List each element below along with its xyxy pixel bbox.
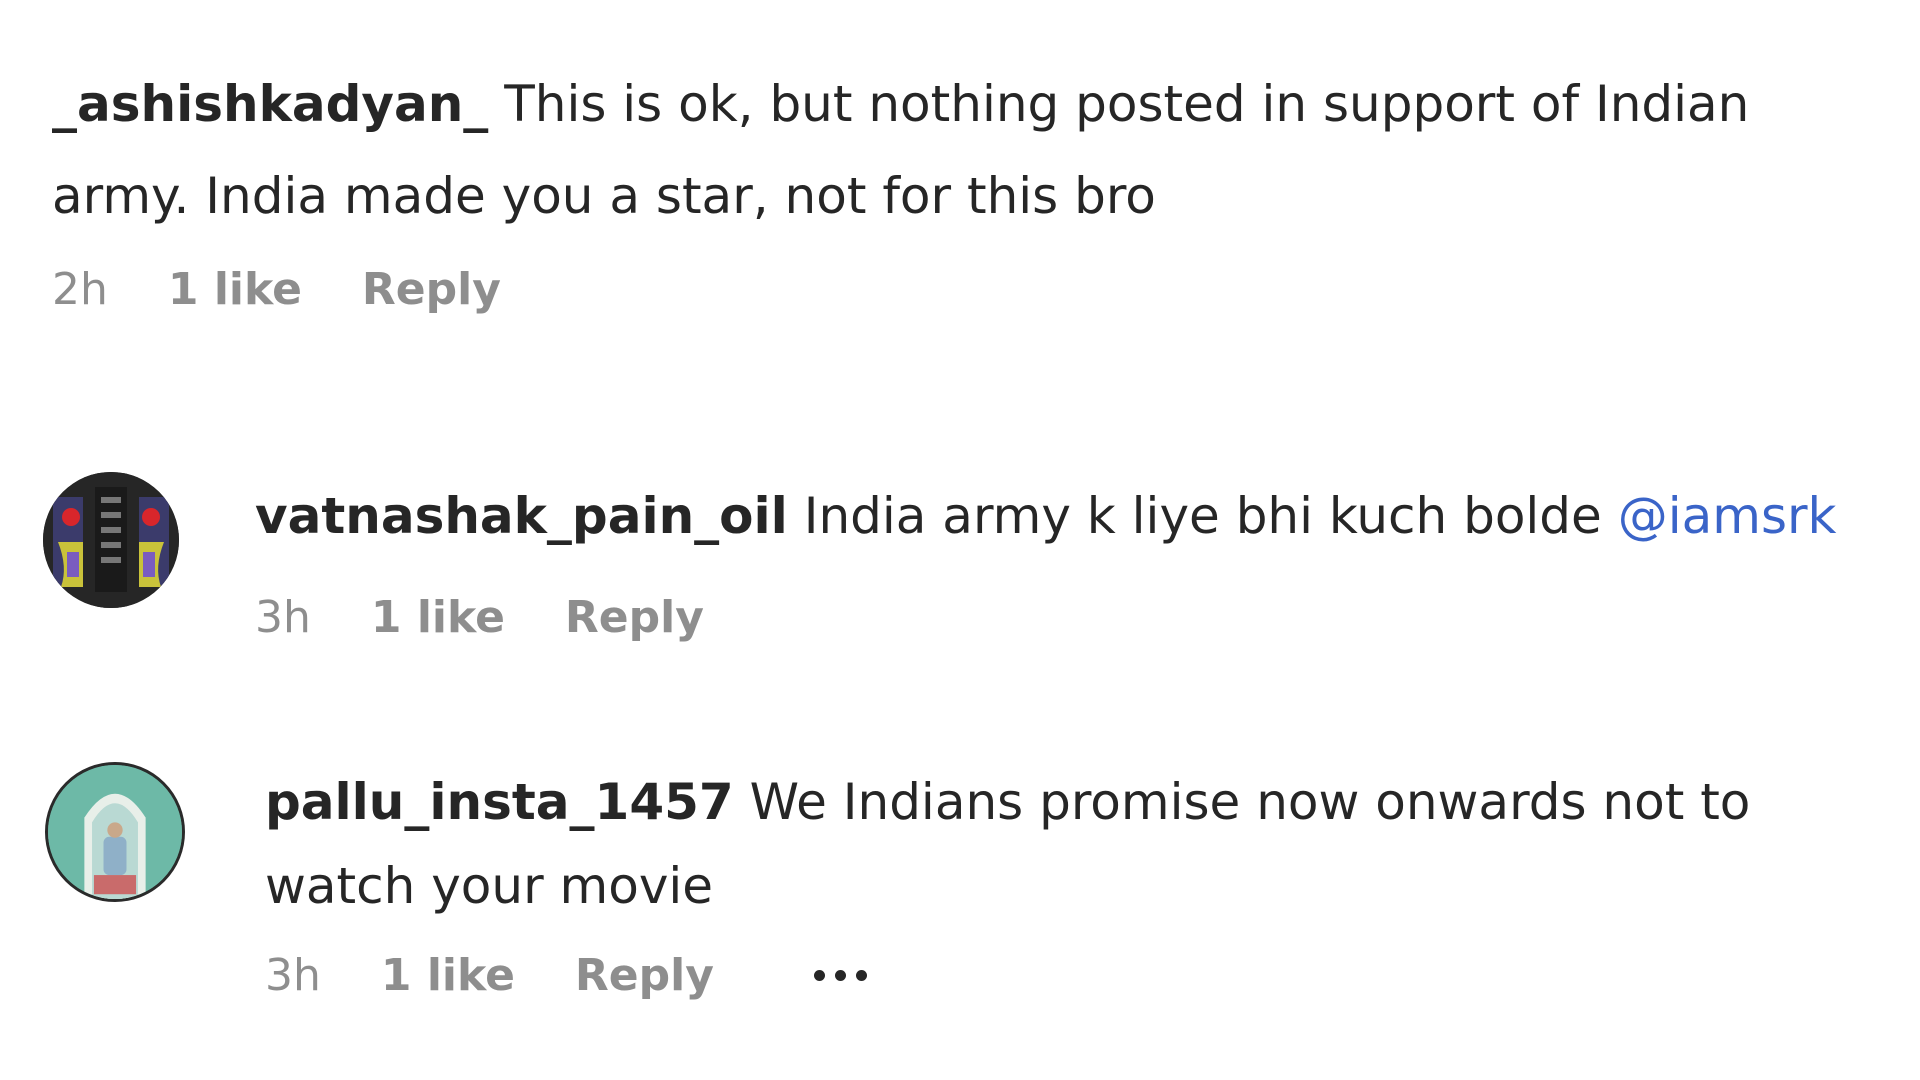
- reply-button[interactable]: Reply: [362, 264, 501, 315]
- mention-link[interactable]: @iamsrk: [1618, 487, 1837, 545]
- avatar-image: [48, 765, 182, 899]
- comment-username[interactable]: _ashishkadyan_: [52, 75, 488, 133]
- comment-text: pallu_insta_1457 We Indians promise now …: [265, 760, 1895, 928]
- comment-username[interactable]: vatnashak_pain_oil: [255, 487, 788, 545]
- comment-meta: 3h 1 like Reply: [255, 592, 1895, 643]
- avatar-image: [43, 472, 179, 608]
- avatar[interactable]: [43, 472, 179, 608]
- comment-body: pallu_insta_1457 We Indians promise now …: [265, 760, 1895, 1001]
- more-options-icon[interactable]: [813, 970, 867, 981]
- comment-body: vatnashak_pain_oil India army k liye bhi…: [255, 470, 1895, 643]
- comment-likes[interactable]: 1 like: [381, 950, 515, 1001]
- comment-likes[interactable]: 1 like: [168, 264, 302, 315]
- comment-likes[interactable]: 1 like: [371, 592, 505, 643]
- comment-meta: 2h 1 like Reply: [52, 264, 1852, 315]
- comment-time[interactable]: 3h: [265, 950, 321, 1001]
- comment-time[interactable]: 3h: [255, 592, 311, 643]
- comment-username[interactable]: pallu_insta_1457: [265, 773, 734, 831]
- reply-button[interactable]: Reply: [565, 592, 704, 643]
- comment-text: _ashishkadyan_ This is ok, but nothing p…: [52, 58, 1852, 242]
- comment-time[interactable]: 2h: [52, 264, 108, 315]
- comment-body: _ashishkadyan_ This is ok, but nothing p…: [52, 58, 1852, 315]
- avatar[interactable]: [45, 762, 185, 902]
- comment-meta: 3h 1 like Reply: [265, 950, 1895, 1001]
- reply-button[interactable]: Reply: [575, 950, 714, 1001]
- comment-text: vatnashak_pain_oil India army k liye bhi…: [255, 470, 1895, 562]
- comment-message: India army k liye bhi kuch bolde: [787, 487, 1618, 545]
